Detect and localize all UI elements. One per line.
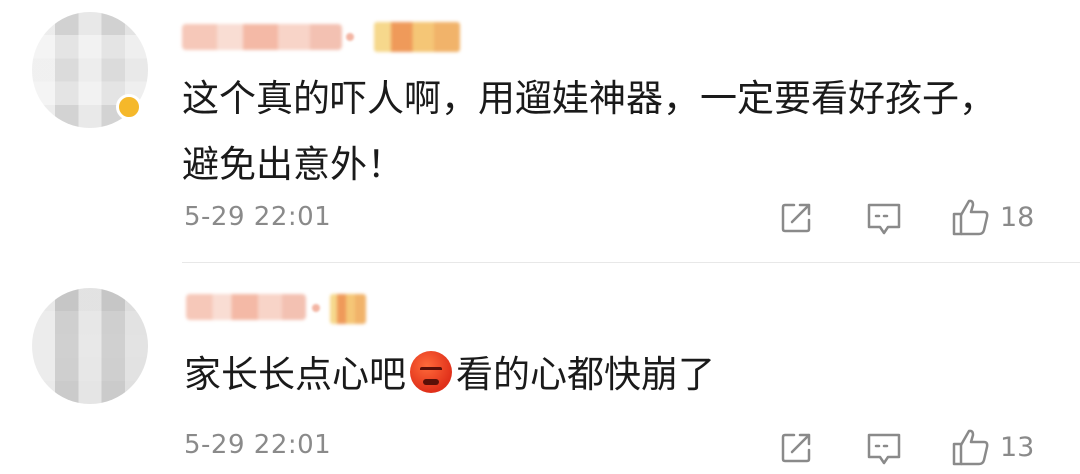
separator-dot — [346, 33, 354, 41]
like-button[interactable]: 18 — [950, 196, 1034, 238]
divider — [182, 262, 1080, 263]
share-icon — [781, 203, 811, 233]
thumbs-up-icon — [952, 199, 989, 236]
share-button[interactable] — [778, 200, 814, 236]
user-level-tag — [330, 294, 366, 324]
username[interactable] — [182, 24, 342, 50]
like-button[interactable]: 13 — [950, 426, 1034, 468]
user-level-tag — [374, 22, 460, 52]
comment-text: 这个真的吓人啊，用遛娃神器，一定要看好孩子，避免出意外！ — [182, 77, 996, 186]
comment-icon — [867, 433, 901, 465]
comment-text-part: 看的心都快崩了 — [456, 353, 715, 396]
like-count: 13 — [1000, 431, 1035, 463]
reply-button[interactable] — [864, 430, 904, 468]
avatar[interactable] — [32, 288, 148, 404]
angry-face-emoji-icon — [410, 351, 452, 393]
comment-icon — [867, 203, 901, 235]
share-icon — [781, 433, 811, 463]
comment-item: 这个真的吓人啊，用遛娃神器，一定要看好孩子，避免出意外！ 5-29 22:01 … — [0, 0, 1080, 263]
comment-timestamp: 5-29 22:01 — [184, 430, 332, 460]
reply-button[interactable] — [864, 200, 904, 238]
comment-text-part: 家长长点心吧 — [184, 353, 406, 396]
comment-text: 家长长点心吧 看的心都快崩了 — [184, 342, 1004, 408]
username[interactable] — [186, 294, 306, 320]
share-button[interactable] — [778, 430, 814, 466]
comment-timestamp: 5-29 22:01 — [184, 202, 332, 232]
separator-dot — [312, 304, 320, 312]
comment-item: 家长长点心吧 看的心都快崩了 5-29 22:01 13 — [0, 264, 1080, 474]
verified-badge-icon — [116, 94, 142, 120]
like-count: 18 — [1000, 201, 1035, 233]
thumbs-up-icon — [952, 429, 989, 466]
